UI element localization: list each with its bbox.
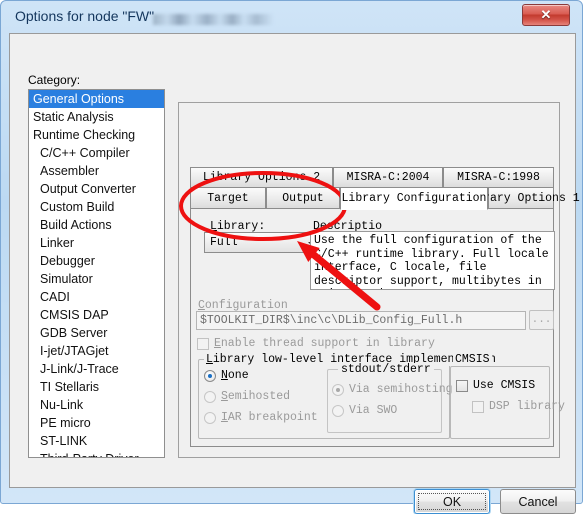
redacted-title-text: [153, 14, 273, 25]
options-dialog-window: Options for node "FW" ✕ Category: Genera…: [0, 0, 583, 514]
browse-button[interactable]: ...: [529, 310, 554, 330]
radio-icon: [332, 383, 344, 396]
category-item-pe-micro[interactable]: PE micro: [29, 414, 164, 432]
library-dropdown[interactable]: Full: [204, 232, 324, 253]
tab-misra-c-1998[interactable]: MISRA-C:1998: [443, 167, 554, 188]
category-item-runtime-checking[interactable]: Runtime Checking: [29, 126, 164, 144]
window-title: Options for node "FW": [15, 8, 155, 24]
checkbox-icon: [456, 379, 468, 392]
checkbox-icon: [472, 400, 484, 413]
use-cmsis-label: Use CMSIS: [473, 379, 536, 392]
radio-icon: [204, 369, 216, 382]
category-item-gdb-server[interactable]: GDB Server: [29, 324, 164, 342]
close-button[interactable]: ✕: [522, 4, 570, 26]
enable-thread-support-label: Enable thread support in library: [214, 337, 435, 350]
category-item-c-c-compiler[interactable]: C/C++ Compiler: [29, 144, 164, 162]
category-item-j-link-j-trace[interactable]: J-Link/J-Trace: [29, 360, 164, 378]
category-item-cadi[interactable]: CADI: [29, 288, 164, 306]
radio-via-swo[interactable]: Via SWO: [332, 404, 397, 417]
radio-icon: [332, 404, 344, 417]
radio-icon: [204, 411, 216, 424]
title-bar: Options for node "FW" ✕: [1, 1, 582, 33]
description-box: Use the full configuration of the C/C++ …: [310, 231, 555, 290]
radio-via-semihosting[interactable]: Via semihosting: [332, 383, 453, 396]
category-item-ti-stellaris[interactable]: TI Stellaris: [29, 378, 164, 396]
dialog-client-area: Category: General Options Static Analysis…: [9, 33, 580, 514]
close-icon: ✕: [540, 7, 552, 22]
checkbox-icon: [197, 337, 209, 350]
category-label: Category:: [28, 73, 81, 87]
tab-library-options-2[interactable]: Library Options 2: [190, 167, 333, 188]
category-item-static-analysis[interactable]: Static Analysis: [29, 108, 164, 126]
category-item-build-actions[interactable]: Build Actions: [29, 216, 164, 234]
category-item-general-options[interactable]: General Options: [29, 90, 164, 108]
radio-none[interactable]: None: [204, 369, 249, 382]
dsp-library-label: DSP library: [489, 400, 565, 413]
ok-button[interactable]: OK: [414, 489, 490, 514]
configuration-path-input[interactable]: $TOOLKIT_DIR$\inc\c\DLib_Config_Full.h: [196, 311, 526, 330]
description-text: Use the full configuration of the C/C++ …: [314, 234, 549, 289]
category-item-debugger[interactable]: Debugger: [29, 252, 164, 270]
category-item-simulator[interactable]: Simulator: [29, 270, 164, 288]
radio-via-semihosting-label: Via semihosting: [349, 383, 453, 396]
dsp-library-checkbox[interactable]: DSP library: [472, 400, 565, 413]
radio-iar-breakpoint-label: IAR breakpoint: [221, 411, 318, 424]
radio-icon: [204, 390, 216, 403]
radio-semihosted[interactable]: Semihosted: [204, 390, 290, 403]
enable-thread-support-checkbox[interactable]: Enable thread support in library: [197, 337, 435, 350]
radio-iar-breakpoint[interactable]: IAR breakpoint: [204, 411, 318, 424]
category-item-st-link[interactable]: ST-LINK: [29, 432, 164, 450]
cancel-button[interactable]: Cancel: [500, 489, 576, 514]
tab-misra-c-2004[interactable]: MISRA-C:2004: [333, 167, 443, 188]
tab-output[interactable]: Output: [266, 187, 340, 209]
stdout-stderr-title: stdout/stderr: [338, 363, 434, 376]
category-item-cmsis-dap[interactable]: CMSIS DAP: [29, 306, 164, 324]
category-item-custom-build[interactable]: Custom Build: [29, 198, 164, 216]
category-item-third-party-driver[interactable]: Third-Party Driver: [29, 450, 164, 457]
category-item-nu-link[interactable]: Nu-Link: [29, 396, 164, 414]
radio-via-swo-label: Via SWO: [349, 404, 398, 417]
category-item-output-converter[interactable]: Output Converter: [29, 180, 164, 198]
focus-rectangle: [418, 493, 486, 510]
library-selected-value: Full: [210, 236, 238, 249]
tab-library-options-1[interactable]: Library Options 1: [462, 187, 580, 209]
tab-library-configuration[interactable]: Library Configuration: [340, 187, 488, 210]
radio-semihosted-label: Semihosted: [221, 390, 291, 403]
cmsis-title: CMSIS: [453, 353, 492, 366]
cancel-button-label: Cancel: [518, 494, 558, 509]
use-cmsis-checkbox[interactable]: Use CMSIS: [456, 379, 535, 392]
category-item-i-jet-jtagjet[interactable]: I-jet/JTAGjet: [29, 342, 164, 360]
category-list[interactable]: General Options Static Analysis Runtime Ch…: [28, 89, 165, 458]
category-item-linker[interactable]: Linker: [29, 234, 164, 252]
category-item-assembler[interactable]: Assembler: [29, 162, 164, 180]
tab-bar: Library Options 2 MISRA-C:2004 MISRA-C:1…: [190, 167, 580, 210]
stdout-stderr-group: [327, 369, 442, 433]
tab-target[interactable]: Target: [190, 187, 266, 209]
radio-none-label: None: [221, 369, 249, 382]
